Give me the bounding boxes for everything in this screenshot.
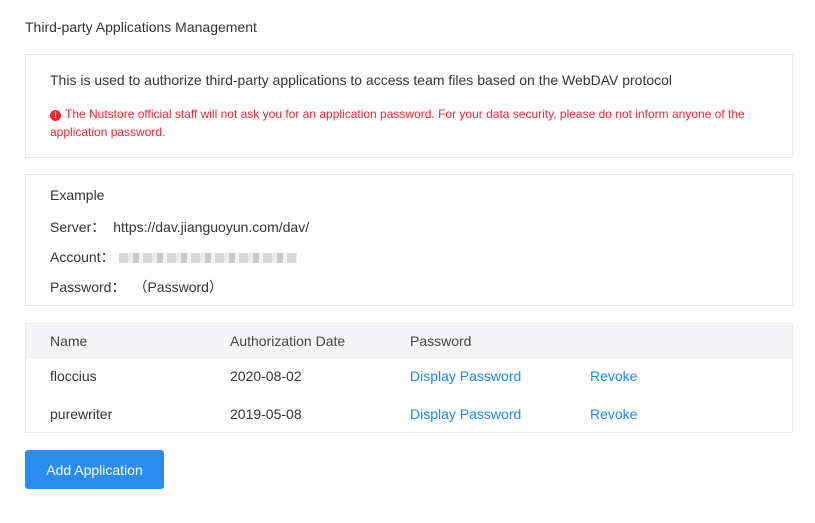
display-password-link[interactable]: Display Password [410, 406, 521, 422]
server-row: Server： https://dav.jianguoyun.com/dav/ [50, 217, 309, 237]
authorization-date: 2020-08-02 [230, 368, 302, 384]
app-name: floccius [50, 368, 97, 384]
app-name: purewriter [50, 406, 113, 422]
page-title: Third-party Applications Management [25, 19, 257, 35]
server-label: Server： [50, 219, 106, 235]
info-description: This is used to authorize third-party ap… [50, 72, 673, 88]
account-label: Account： [50, 249, 115, 265]
exclamation-circle-icon: ! [50, 110, 61, 121]
password-value: （Password） [133, 279, 223, 295]
password-row: Password： （Password） [50, 277, 223, 297]
authorization-date: 2019-05-08 [230, 406, 302, 422]
display-password-link[interactable]: Display Password [410, 368, 521, 384]
column-header-name: Name [50, 333, 88, 349]
server-value: https://dav.jianguoyun.com/dav/ [113, 219, 310, 235]
applications-table: Name Authorization Date Password flocciu… [25, 323, 793, 433]
password-label: Password： [50, 279, 126, 295]
warning-text: The Nutstore official staff will not ask… [50, 107, 745, 139]
info-panel: This is used to authorize third-party ap… [25, 54, 793, 158]
example-panel: Example Server： https://dav.jianguoyun.co… [25, 174, 793, 306]
revoke-link[interactable]: Revoke [590, 406, 637, 422]
column-header-password: Password [410, 333, 472, 349]
table-header: Name Authorization Date Password [26, 324, 792, 358]
column-header-authorization-date: Authorization Date [230, 333, 346, 349]
account-row: Account： [50, 247, 297, 267]
security-warning: ! The Nutstore official staff will not as… [50, 105, 770, 141]
add-application-button[interactable]: Add Application [25, 450, 164, 489]
account-value-redacted [118, 253, 297, 263]
example-heading: Example [50, 187, 105, 203]
revoke-link[interactable]: Revoke [590, 368, 637, 384]
